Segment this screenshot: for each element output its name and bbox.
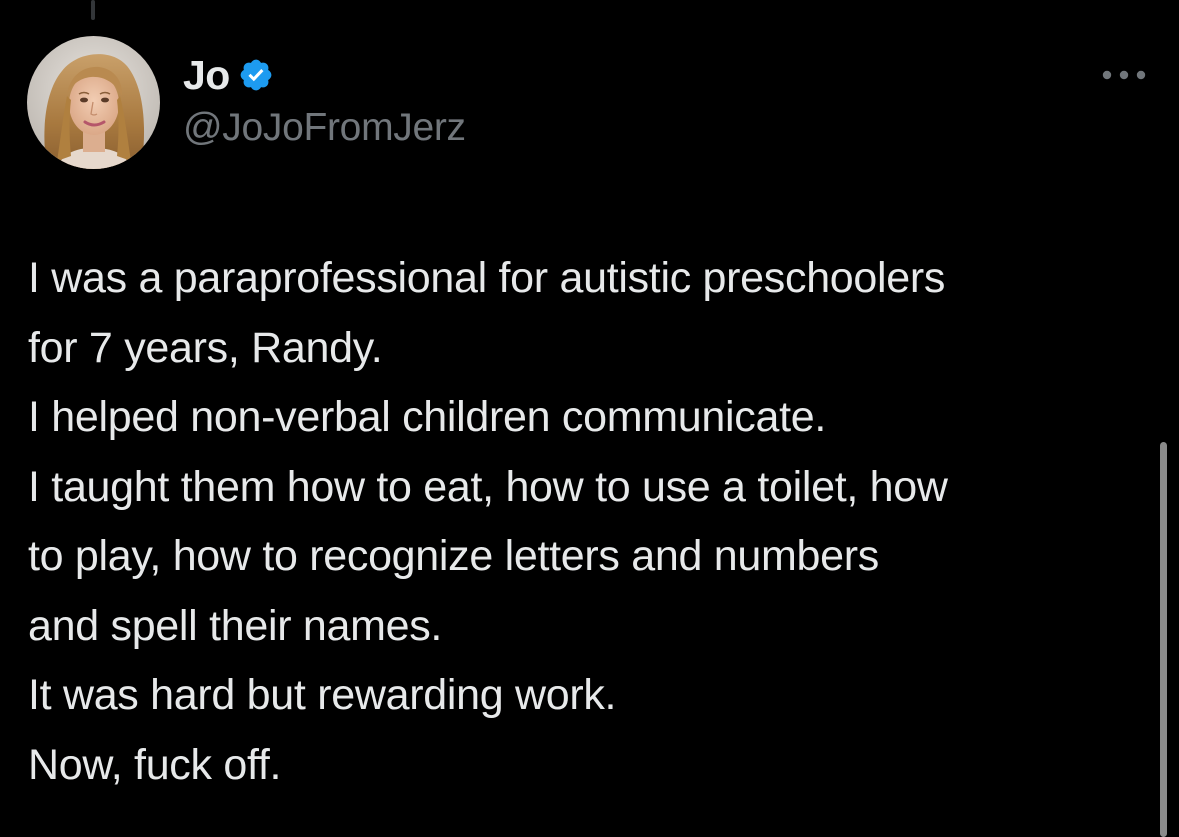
- author-handle[interactable]: @JoJoFromJerz: [183, 106, 466, 150]
- more-horizontal-icon: [1102, 70, 1146, 80]
- tweet-text-line: It was hard but rewarding work.: [28, 671, 617, 719]
- tweet-text-line: for 7 years, Randy.: [28, 323, 383, 372]
- more-options-button[interactable]: [1096, 58, 1152, 92]
- avatar[interactable]: [27, 36, 160, 169]
- tweet-text-line: Now, fuck off.: [28, 740, 282, 789]
- thread-connector-line: [91, 0, 95, 20]
- verified-badge-icon[interactable]: [238, 57, 274, 93]
- tweet-text-line: to play, how to recognize letters and nu…: [28, 532, 879, 580]
- tweet-text: I was a paraprofessional for autistic pr…: [28, 244, 1153, 800]
- tweet-text-line: I helped non-verbal children communicate…: [28, 393, 826, 441]
- author-display-name[interactable]: Jo: [183, 52, 230, 99]
- author-name-row[interactable]: Jo: [183, 50, 274, 100]
- scrollbar-thumb[interactable]: [1160, 442, 1167, 837]
- tweet-text-line: I was a paraprofessional for autistic pr…: [28, 254, 946, 302]
- avatar-photo: [27, 36, 160, 169]
- tweet-text-line: I taught them how to eat, how to use a t…: [28, 462, 948, 511]
- tweet-text-line: and spell their names.: [28, 601, 443, 650]
